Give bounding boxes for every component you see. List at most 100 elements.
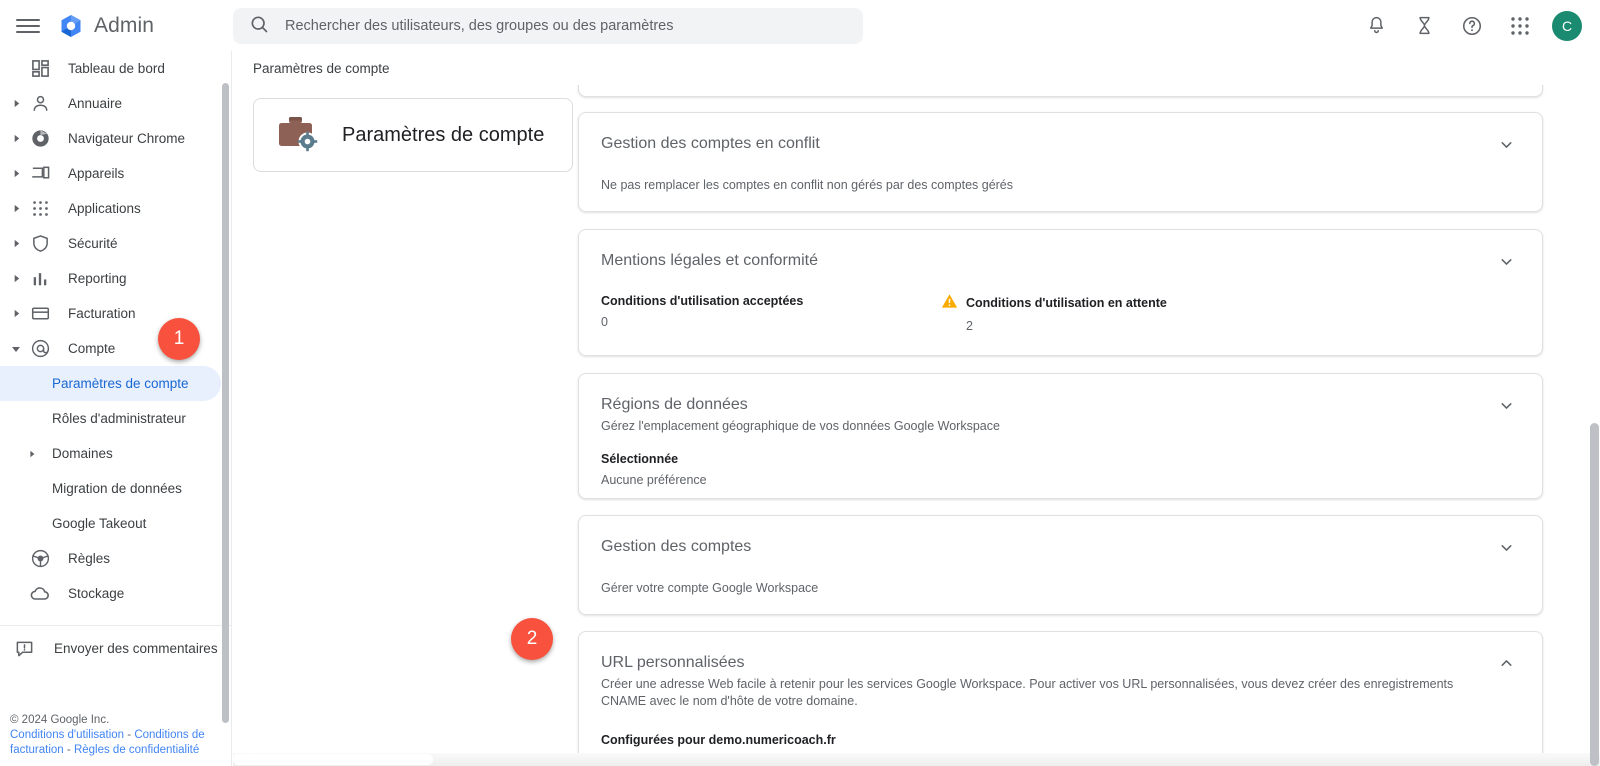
stat-label-row: Conditions d'utilisation en attente (941, 293, 1281, 314)
expand-arrow-icon[interactable] (8, 134, 24, 143)
page-scrollbar[interactable] (1590, 423, 1599, 766)
card-title: Mentions légales et conformité (601, 252, 818, 269)
send-feedback-button[interactable]: Envoyer des commentaires (0, 626, 231, 670)
hourglass-icon[interactable] (1406, 8, 1442, 44)
sidebar-subitem-label: Google Takeout (52, 516, 147, 531)
terms-of-service-link[interactable]: Conditions d'utilisation (10, 729, 124, 741)
card-header: Régions de données Gérez l'emplacement g… (601, 394, 1518, 435)
chrome-icon (28, 127, 52, 151)
sidebar-item-label: Applications (68, 201, 141, 216)
devices-icon (28, 162, 52, 186)
top-app-bar: Admin Rechercher des utilisateurs, des g… (0, 0, 1600, 51)
horizontal-scrollbar[interactable] (233, 753, 1600, 766)
card-header-text: Mentions légales et conformité (601, 250, 1498, 272)
card-body: Sélectionnée Aucune préférence (601, 451, 1518, 487)
sidebar-item-appareils[interactable]: Appareils (0, 156, 221, 191)
at-sign-icon (28, 337, 52, 361)
expand-arrow-icon[interactable] (8, 169, 24, 178)
card-subtitle: Gérez l'emplacement géographique de vos … (601, 419, 1000, 433)
apps-grid-icon (28, 197, 52, 221)
apps-grid-icon[interactable] (1502, 8, 1538, 44)
help-icon[interactable] (1454, 8, 1490, 44)
expand-arrow-icon[interactable] (8, 239, 24, 248)
copyright-text: © 2024 Google Inc. (10, 714, 110, 726)
expand-arrow-icon[interactable] (8, 274, 24, 283)
sidebar-subitem-label: Migration de données (52, 481, 182, 496)
brand[interactable]: Admin (58, 13, 154, 39)
search-bar[interactable] (233, 8, 863, 44)
sidebar-item-tableau-de-bord[interactable]: Tableau de bord (0, 51, 221, 86)
settings-card-account-management[interactable]: Gestion des comptes Gérer votre compte G… (578, 515, 1543, 615)
search-input[interactable] (285, 18, 847, 34)
chevron-down-icon[interactable] (1498, 253, 1518, 275)
expand-arrow-icon[interactable] (8, 99, 24, 108)
settings-card-data-regions[interactable]: Régions de données Gérez l'emplacement g… (578, 373, 1543, 499)
sidebar-item-parametres-de-compte[interactable]: Paramètres de compte (0, 366, 221, 401)
annotation-badge-1[interactable]: 1 (158, 318, 200, 360)
expand-arrow-icon[interactable] (8, 204, 24, 213)
chevron-up-icon[interactable] (1498, 655, 1518, 677)
chevron-down-icon[interactable] (1498, 397, 1518, 419)
card-title: Gestion des comptes en conflit (601, 135, 820, 152)
sidebar-scrollbar[interactable] (222, 83, 229, 723)
briefcase-gear-icon (276, 112, 322, 159)
warning-triangle-icon (941, 293, 958, 314)
sidebar-item-migration-de-donnees[interactable]: Migration de données (0, 471, 221, 506)
card-body: Conditions d'utilisation acceptées 0 Con… (601, 293, 1518, 333)
expand-arrow-icon[interactable] (8, 309, 24, 318)
sidebar-item-regles[interactable]: Règles (0, 541, 221, 576)
account-settings-tile-title: Paramètres de compte (342, 123, 545, 146)
sidebar-item-securite[interactable]: Sécurité (0, 226, 221, 261)
sidebar-item-label: Annuaire (68, 96, 123, 111)
sidebar-item-roles-administrateur[interactable]: Rôles d'administrateur (0, 401, 221, 436)
card-subtitle: Créer une adresse Web facile à retenir p… (601, 677, 1454, 708)
google-admin-logo-icon (58, 13, 84, 39)
sidebar-item-google-takeout[interactable]: Google Takeout (0, 506, 221, 541)
card-body-line: Gérer votre compte Google Workspace (601, 581, 819, 595)
main-content: Paramètres de compte Gestion des comptes… (233, 85, 1600, 766)
sidebar-item-annuaire[interactable]: Annuaire (0, 86, 221, 121)
stat-terms-accepted: Conditions d'utilisation acceptées 0 (601, 293, 941, 333)
settings-card-legal-compliance[interactable]: Mentions légales et conformité Condition… (578, 229, 1543, 356)
stat-terms-pending: Conditions d'utilisation en attente 2 (941, 293, 1281, 333)
card-header-text: URL personnalisées Créer une adresse Web… (601, 652, 1498, 710)
hamburger-menu-icon[interactable] (16, 14, 40, 38)
credit-card-icon (28, 302, 52, 326)
privacy-policy-link[interactable]: Règles de confidentialité (74, 744, 199, 756)
sidebar-item-navigateur-chrome[interactable]: Navigateur Chrome (0, 121, 221, 156)
card-title: URL personnalisées (601, 654, 745, 671)
sidebar-item-reporting[interactable]: Reporting (0, 261, 221, 296)
top-bar-actions: C (1358, 0, 1586, 51)
sidebar-item-label: Reporting (68, 271, 127, 286)
chevron-down-icon[interactable] (1498, 136, 1518, 158)
breadcrumb-item-account-settings[interactable]: Paramètres de compte (253, 61, 390, 76)
steering-wheel-icon (28, 547, 52, 571)
card-header: Gestion des comptes en conflit (601, 133, 1518, 158)
sidebar-item-domaines[interactable]: Domaines (0, 436, 221, 471)
account-settings-tile[interactable]: Paramètres de compte (253, 98, 573, 172)
brand-title: Admin (94, 13, 155, 37)
chevron-down-icon[interactable] (1498, 539, 1518, 561)
sidebar-subitem-label: Paramètres de compte (52, 376, 189, 391)
settings-card-partial-top[interactable] (578, 85, 1543, 97)
sidebar-item-label: Compte (68, 341, 116, 356)
settings-card-custom-urls[interactable]: URL personnalisées Créer une adresse Web… (578, 631, 1543, 766)
card-header: Gestion des comptes (601, 536, 1518, 561)
person-icon (28, 92, 52, 116)
sidebar-subitem-label: Domaines (52, 446, 113, 461)
settings-card-conflicting-accounts[interactable]: Gestion des comptes en conflit Ne pas re… (578, 112, 1543, 212)
stat-label: Conditions d'utilisation en attente (966, 296, 1167, 310)
sidebar-footer: © 2024 Google Inc. Conditions d'utilisat… (0, 713, 231, 766)
breadcrumb: Paramètres de compte (233, 51, 1600, 85)
notifications-icon[interactable] (1358, 8, 1394, 44)
expand-arrow-icon[interactable] (24, 450, 40, 458)
sidebar-item-stockage[interactable]: Stockage (0, 576, 221, 611)
sidebar-item-applications[interactable]: Applications (0, 191, 221, 226)
collapse-arrow-icon[interactable] (8, 344, 24, 354)
feedback-icon (12, 636, 36, 660)
avatar[interactable]: C (1552, 10, 1582, 41)
horizontal-scrollbar-thumb[interactable] (233, 754, 433, 765)
card-header-text: Régions de données Gérez l'emplacement g… (601, 394, 1498, 435)
annotation-badge-2[interactable]: 2 (511, 618, 553, 660)
footer-separator: - (124, 729, 135, 741)
